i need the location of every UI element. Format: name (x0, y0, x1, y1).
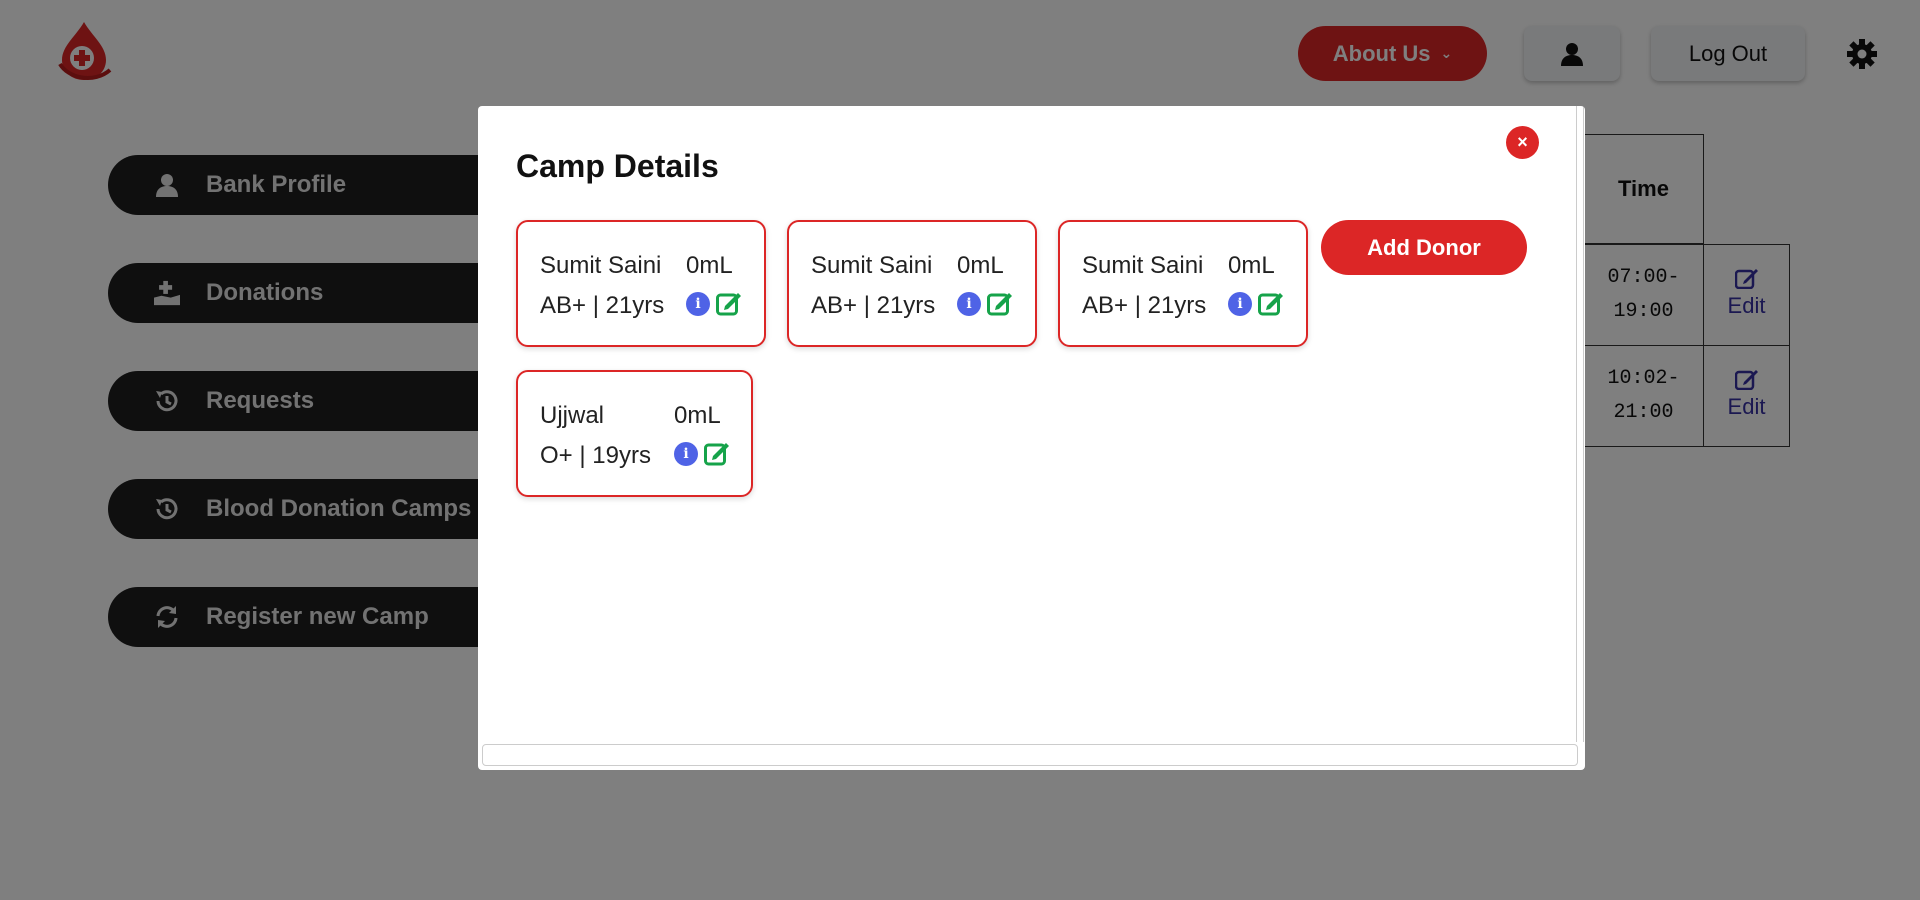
donor-name: Ujjwal (540, 402, 605, 429)
donor-card[interactable]: Sumit Saini 0mL AB+ | 21yrs i (1058, 220, 1308, 347)
info-icon[interactable]: i (957, 292, 981, 316)
add-donor-button[interactable]: Add Donor (1321, 220, 1527, 275)
close-icon: × (1517, 132, 1528, 152)
donor-name: Sumit Saini (811, 252, 933, 279)
donor-meta: O+ | 19yrs (540, 442, 651, 469)
donor-amount: 0mL (1228, 252, 1275, 279)
donor-meta: AB+ | 21yrs (811, 292, 936, 319)
edit-icon[interactable] (987, 290, 1013, 316)
donor-amount: 0mL (674, 402, 721, 429)
donor-meta: AB+ | 21yrs (1082, 292, 1207, 319)
add-donor-label: Add Donor (1367, 234, 1481, 260)
edit-icon[interactable] (704, 440, 730, 466)
info-icon[interactable]: i (686, 292, 710, 316)
edit-icon[interactable] (1258, 290, 1284, 316)
horizontal-scrollbar[interactable] (482, 744, 1578, 766)
donor-name: Sumit Saini (1082, 252, 1204, 279)
vertical-scrollbar[interactable] (1576, 106, 1584, 742)
donor-card[interactable]: Sumit Saini 0mL AB+ | 21yrs i (516, 220, 766, 347)
donor-card[interactable]: Ujjwal 0mL O+ | 19yrs i (516, 370, 753, 497)
donor-name: Sumit Saini (540, 252, 662, 279)
modal-title: Camp Details (516, 148, 719, 184)
donor-amount: 0mL (686, 252, 733, 279)
camp-details-modal: Camp Details × Sumit Saini 0mL AB+ | 21y… (478, 106, 1585, 770)
donor-meta: AB+ | 21yrs (540, 292, 665, 319)
donor-amount: 0mL (957, 252, 1004, 279)
close-button[interactable]: × (1506, 126, 1539, 159)
info-icon[interactable]: i (674, 442, 698, 466)
donor-card[interactable]: Sumit Saini 0mL AB+ | 21yrs i (787, 220, 1037, 347)
info-icon[interactable]: i (1228, 292, 1252, 316)
edit-icon[interactable] (716, 290, 742, 316)
